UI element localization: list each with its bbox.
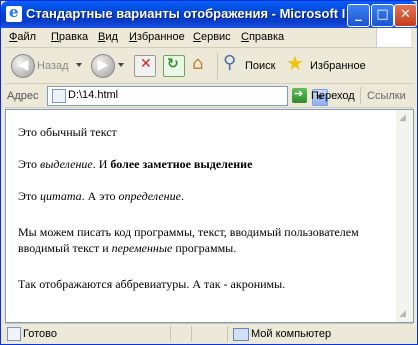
line4-middle: и: [99, 241, 112, 255]
toolbar-separator: [217, 53, 218, 79]
menu-edit[interactable]: Правка: [51, 31, 88, 43]
back-arrow-icon: ◀: [17, 57, 29, 73]
home-icon: ⌂: [192, 53, 204, 74]
title-bar[interactable]: Стандартные варианты отображения - Micro…: [1, 1, 417, 28]
address-bar: Адрес D:\14.html Переход Ссылки: [5, 85, 413, 108]
status-text: Готово: [23, 328, 57, 340]
emphasis-line: Это выделение. И более заметное выделени…: [18, 156, 388, 172]
browser-window: Стандартные варианты отображения - Micro…: [0, 0, 418, 345]
maximize-icon: □: [376, 7, 389, 22]
back-button[interactable]: ◀: [11, 54, 35, 78]
minimize-button[interactable]: _: [347, 4, 370, 27]
line2-prefix: Это: [18, 157, 41, 171]
links-button[interactable]: Ссылки: [367, 90, 406, 102]
forward-dropdown-icon[interactable]: [118, 63, 124, 67]
scroll-up-grip-icon: ◢: [399, 112, 406, 122]
minimize-icon: _: [355, 7, 362, 22]
toolbar: ◀ Назад ▶ ✕ ↻ ⌂ ⚲ Поиск ★ Избранное: [5, 49, 413, 84]
search-icon: ⚲: [223, 52, 237, 73]
go-arrow-icon[interactable]: [292, 87, 307, 103]
address-separator: [360, 87, 361, 104]
status-page-icon: [7, 327, 21, 341]
menu-view[interactable]: Вид: [98, 31, 118, 43]
maximize-button[interactable]: □: [371, 4, 394, 27]
menu-favorites[interactable]: Избранное: [129, 31, 185, 43]
vertical-scrollbar[interactable]: ◢ ◢: [396, 109, 414, 323]
strong-text: более заметное выделение: [110, 157, 253, 171]
line3-suffix: .: [180, 189, 184, 203]
page-icon: [52, 89, 66, 103]
code-paragraph: Мы можем писать код программы, текст, вв…: [18, 224, 388, 256]
menu-file[interactable]: Файл: [9, 31, 36, 43]
dfn-text: определение: [118, 189, 181, 203]
line3-middle: . А это: [81, 189, 119, 203]
scroll-down-grip-icon: ◢: [399, 308, 406, 318]
computer-icon: [233, 328, 249, 341]
page-content: Это обычный текст Это выделение. И более…: [5, 109, 397, 323]
home-button[interactable]: ⌂: [191, 53, 211, 75]
favorites-button[interactable]: ★ Избранное: [286, 51, 366, 78]
status-separator: [191, 326, 192, 342]
status-separator: [170, 326, 171, 342]
citation-line: Это цитата. А это определение.: [18, 188, 388, 204]
line3-prefix: Это: [18, 189, 41, 203]
windows-logo-icon: [376, 28, 411, 47]
line2-middle: . И: [92, 157, 111, 171]
status-bar: Готово Мой компьютер: [5, 323, 413, 344]
back-dropdown-icon[interactable]: [76, 63, 82, 67]
forward-arrow-icon: ▶: [97, 57, 109, 73]
favorites-label: Избранное: [310, 60, 366, 72]
refresh-icon: ↻: [167, 56, 179, 72]
var-text: переменные: [111, 241, 173, 255]
favorites-star-icon: ★: [286, 51, 304, 75]
kbd-text: вводимый текст: [18, 241, 100, 255]
menu-bar: Файл Правка Вид Избранное Сервис Справка: [5, 28, 413, 48]
zone-text: Мой компьютер: [251, 328, 332, 340]
abbr-line: Так отображаются аббревиатуры. А так - а…: [18, 276, 388, 292]
refresh-button[interactable]: ↻: [163, 55, 185, 77]
go-button[interactable]: Переход: [311, 90, 355, 102]
back-label: Назад: [37, 60, 69, 72]
stop-button[interactable]: ✕: [134, 55, 156, 77]
close-button[interactable]: ✕: [394, 4, 417, 27]
normal-text: Это обычный текст: [18, 124, 388, 140]
em-text: выделение: [40, 157, 93, 171]
normal-text-span: Это обычный текст: [18, 125, 117, 139]
close-icon: ✕: [400, 7, 411, 22]
status-separator: [227, 326, 228, 342]
abbr-text: Так отображаются аббревиатуры. А так - а…: [18, 277, 286, 291]
line4-suffix: программы.: [172, 241, 237, 255]
forward-button[interactable]: ▶: [91, 54, 115, 78]
address-value: D:\14.html: [68, 89, 119, 101]
stop-icon: ✕: [140, 56, 152, 72]
address-input[interactable]: D:\14.html: [47, 86, 328, 106]
cite-text: цитата: [40, 189, 82, 203]
ie-logo-icon: [6, 3, 22, 22]
search-label: Поиск: [245, 60, 276, 72]
menu-help[interactable]: Справка: [241, 31, 284, 43]
line4-prefix: Мы можем писать код программы, текст, вв…: [18, 225, 359, 239]
address-label: Адрес: [7, 90, 39, 102]
menu-tools[interactable]: Сервис: [193, 31, 231, 43]
window-title: Стандартные варианты отображения - Micro…: [26, 6, 346, 21]
search-button[interactable]: ⚲ Поиск: [223, 52, 278, 78]
